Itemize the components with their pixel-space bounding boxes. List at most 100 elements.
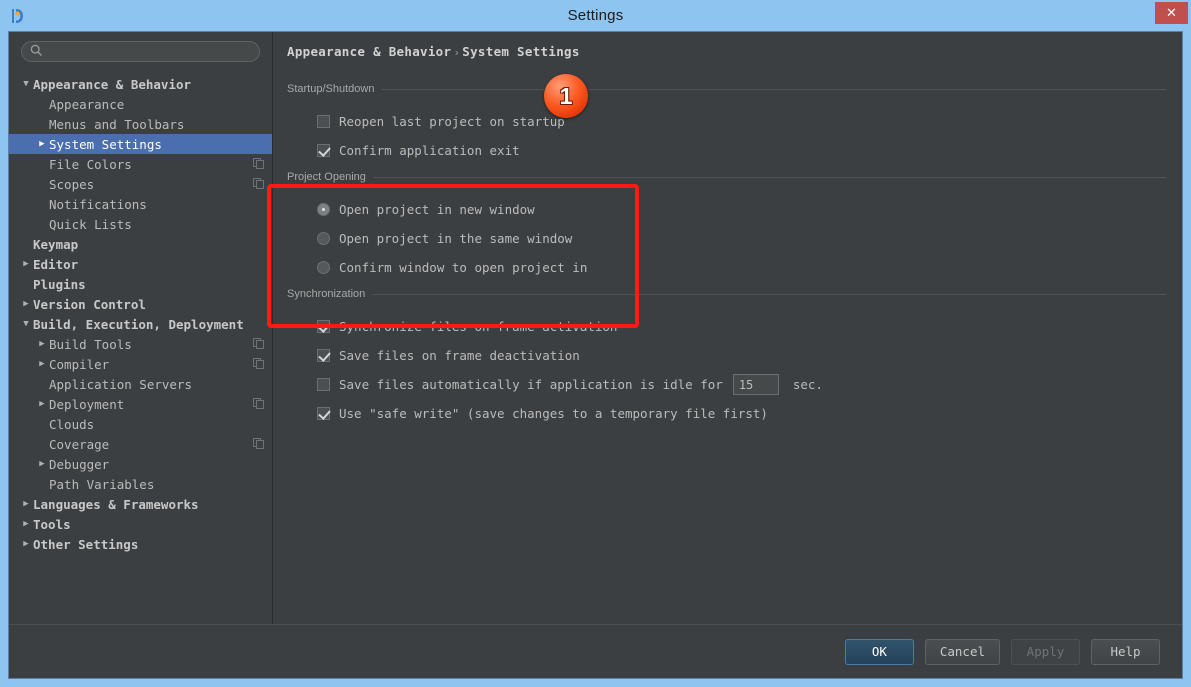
sidebar-item-application-servers[interactable]: Application Servers: [9, 374, 272, 394]
option-row-reopen-last-project-on-startup[interactable]: Reopen last project on startup: [287, 107, 1166, 136]
sidebar-item-appearance[interactable]: Appearance: [9, 94, 272, 114]
option-row-save-files-automatically-if-application-is-i[interactable]: Save files automatically if application …: [287, 370, 1166, 399]
checkbox-use-safe-write-save-changes-to-a-temporary-f[interactable]: [317, 407, 330, 420]
jetbrains-logo-icon: [8, 6, 28, 26]
sidebar-item-debugger[interactable]: ▶Debugger: [9, 454, 272, 474]
sidebar-item-quick-lists[interactable]: Quick Lists: [9, 214, 272, 234]
group-header: Startup/Shutdown: [287, 81, 1166, 97]
sidebar-item-label: Tools: [33, 517, 71, 532]
sidebar-item-coverage[interactable]: Coverage: [9, 434, 272, 454]
chevron-right-icon[interactable]: ▶: [35, 400, 49, 409]
sidebar-item-system-settings[interactable]: ▶System Settings: [9, 134, 272, 154]
cancel-button[interactable]: Cancel: [925, 639, 1000, 665]
sidebar-item-label: Compiler: [49, 357, 109, 372]
sidebar-item-build-tools[interactable]: ▶Build Tools: [9, 334, 272, 354]
search-input[interactable]: [47, 45, 251, 59]
copy-settings-icon[interactable]: [253, 437, 264, 452]
sidebar-item-editor[interactable]: ▶Editor: [9, 254, 272, 274]
group-synchronization: SynchronizationSynchronize files on fram…: [287, 286, 1166, 428]
sidebar-item-label: Menus and Toolbars: [49, 117, 184, 132]
sidebar-item-plugins[interactable]: Plugins: [9, 274, 272, 294]
chevron-right-icon[interactable]: ▶: [35, 140, 49, 149]
search-box[interactable]: [21, 41, 260, 62]
window-body: ▼Appearance & BehaviorAppearanceMenus an…: [8, 31, 1183, 679]
chevron-right-icon[interactable]: ▶: [19, 540, 33, 549]
sidebar-item-languages-frameworks[interactable]: ▶Languages & Frameworks: [9, 494, 272, 514]
checkbox-confirm-application-exit[interactable]: [317, 144, 330, 157]
settings-window: Settings ✕ ▼Ap: [0, 0, 1191, 687]
dialog-button-bar: OKCancelApplyHelp: [9, 624, 1182, 678]
annotation-badge-number: 1: [560, 85, 573, 108]
sidebar-item-menus-and-toolbars[interactable]: Menus and Toolbars: [9, 114, 272, 134]
sidebar-item-version-control[interactable]: ▶Version Control: [9, 294, 272, 314]
chevron-right-icon[interactable]: ▶: [19, 520, 33, 529]
sidebar-item-other-settings[interactable]: ▶Other Settings: [9, 534, 272, 554]
chevron-down-icon[interactable]: ▼: [19, 80, 33, 89]
sidebar-item-clouds[interactable]: Clouds: [9, 414, 272, 434]
sidebar-item-deployment[interactable]: ▶Deployment: [9, 394, 272, 414]
main-split: ▼Appearance & BehaviorAppearanceMenus an…: [9, 32, 1182, 624]
sidebar-item-notifications[interactable]: Notifications: [9, 194, 272, 214]
checkbox-reopen-last-project-on-startup[interactable]: [317, 115, 330, 128]
close-icon[interactable]: ✕: [1155, 2, 1188, 24]
sidebar-item-label: Application Servers: [49, 377, 192, 392]
copy-settings-icon[interactable]: [253, 337, 264, 352]
option-row-confirm-application-exit[interactable]: Confirm application exit: [287, 136, 1166, 165]
option-row-open-project-in-the-same-window[interactable]: Open project in the same window: [287, 224, 1166, 253]
group-divider: [372, 294, 1166, 295]
sidebar-item-tools[interactable]: ▶Tools: [9, 514, 272, 534]
sidebar-item-file-colors[interactable]: File Colors: [9, 154, 272, 174]
copy-settings-icon[interactable]: [253, 177, 264, 192]
copy-settings-icon[interactable]: [253, 397, 264, 412]
option-label: Reopen last project on startup: [339, 114, 565, 129]
chevron-right-icon[interactable]: ▶: [35, 360, 49, 369]
radio-confirm-window-to-open-project-in[interactable]: [317, 261, 330, 274]
chevron-down-icon[interactable]: ▼: [19, 320, 33, 329]
sidebar-item-label: Languages & Frameworks: [33, 497, 199, 512]
option-row-synchronize-files-on-frame-activation[interactable]: Synchronize files on frame activation: [287, 312, 1166, 341]
chevron-right-icon[interactable]: ▶: [35, 460, 49, 469]
group-header: Project Opening: [287, 169, 1166, 185]
breadcrumb-separator-icon: ›: [451, 46, 462, 59]
help-button[interactable]: Help: [1091, 639, 1160, 665]
checkbox-save-files-on-frame-deactivation[interactable]: [317, 349, 330, 362]
chevron-right-icon[interactable]: ▶: [19, 260, 33, 269]
sidebar-item-scopes[interactable]: Scopes: [9, 174, 272, 194]
sidebar-item-label: Plugins: [33, 277, 86, 292]
radio-open-project-in-the-same-window[interactable]: [317, 232, 330, 245]
group-divider: [381, 89, 1166, 90]
checkbox-synchronize-files-on-frame-activation[interactable]: [317, 320, 330, 333]
copy-settings-icon[interactable]: [253, 357, 264, 372]
sidebar-item-label: Build Tools: [49, 337, 132, 352]
option-label: Use "safe write" (save changes to a temp…: [339, 406, 768, 421]
group-startup-shutdown: Startup/Shutdown Reopen last project on s…: [287, 81, 1166, 165]
checkbox-save-files-automatically-if-application-is-i[interactable]: [317, 378, 330, 391]
radio-open-project-in-new-window[interactable]: [317, 203, 330, 216]
option-row-save-files-on-frame-deactivation[interactable]: Save files on frame deactivation: [287, 341, 1166, 370]
copy-settings-icon[interactable]: [253, 157, 264, 172]
option-row-confirm-window-to-open-project-in[interactable]: Confirm window to open project in: [287, 253, 1166, 282]
sidebar-item-label: System Settings: [49, 137, 162, 152]
sidebar-item-label: Appearance: [49, 97, 124, 112]
breadcrumb-parent: Appearance & Behavior: [287, 44, 451, 59]
option-row-open-project-in-new-window[interactable]: Open project in new window: [287, 195, 1166, 224]
chevron-right-icon[interactable]: ▶: [19, 300, 33, 309]
breadcrumb: Appearance & Behavior›System Settings: [287, 44, 1166, 59]
sidebar-item-label: Path Variables: [49, 477, 154, 492]
chevron-right-icon[interactable]: ▶: [35, 340, 49, 349]
option-row-use-safe-write-save-changes-to-a-temporary-f[interactable]: Use "safe write" (save changes to a temp…: [287, 399, 1166, 428]
option-label: Save files automatically if application …: [339, 377, 723, 392]
sidebar-item-path-variables[interactable]: Path Variables: [9, 474, 272, 494]
sidebar-item-keymap[interactable]: Keymap: [9, 234, 272, 254]
sidebar-item-build-execution-deployment[interactable]: ▼Build, Execution, Deployment: [9, 314, 272, 334]
sidebar-item-compiler[interactable]: ▶Compiler: [9, 354, 272, 374]
sidebar-item-label: Scopes: [49, 177, 94, 192]
annotation-badge-1: 1: [544, 74, 588, 118]
sidebar-item-label: Deployment: [49, 397, 124, 412]
idle-seconds-input[interactable]: [733, 374, 779, 395]
settings-sidebar: ▼Appearance & Behavior Appearance Menus an…: [9, 32, 273, 624]
chevron-right-icon[interactable]: ▶: [19, 500, 33, 509]
ok-button[interactable]: OK: [845, 639, 914, 665]
sidebar-item-label: Quick Lists: [49, 217, 132, 232]
sidebar-item-appearance-behavior[interactable]: ▼Appearance & Behavior: [9, 74, 272, 94]
